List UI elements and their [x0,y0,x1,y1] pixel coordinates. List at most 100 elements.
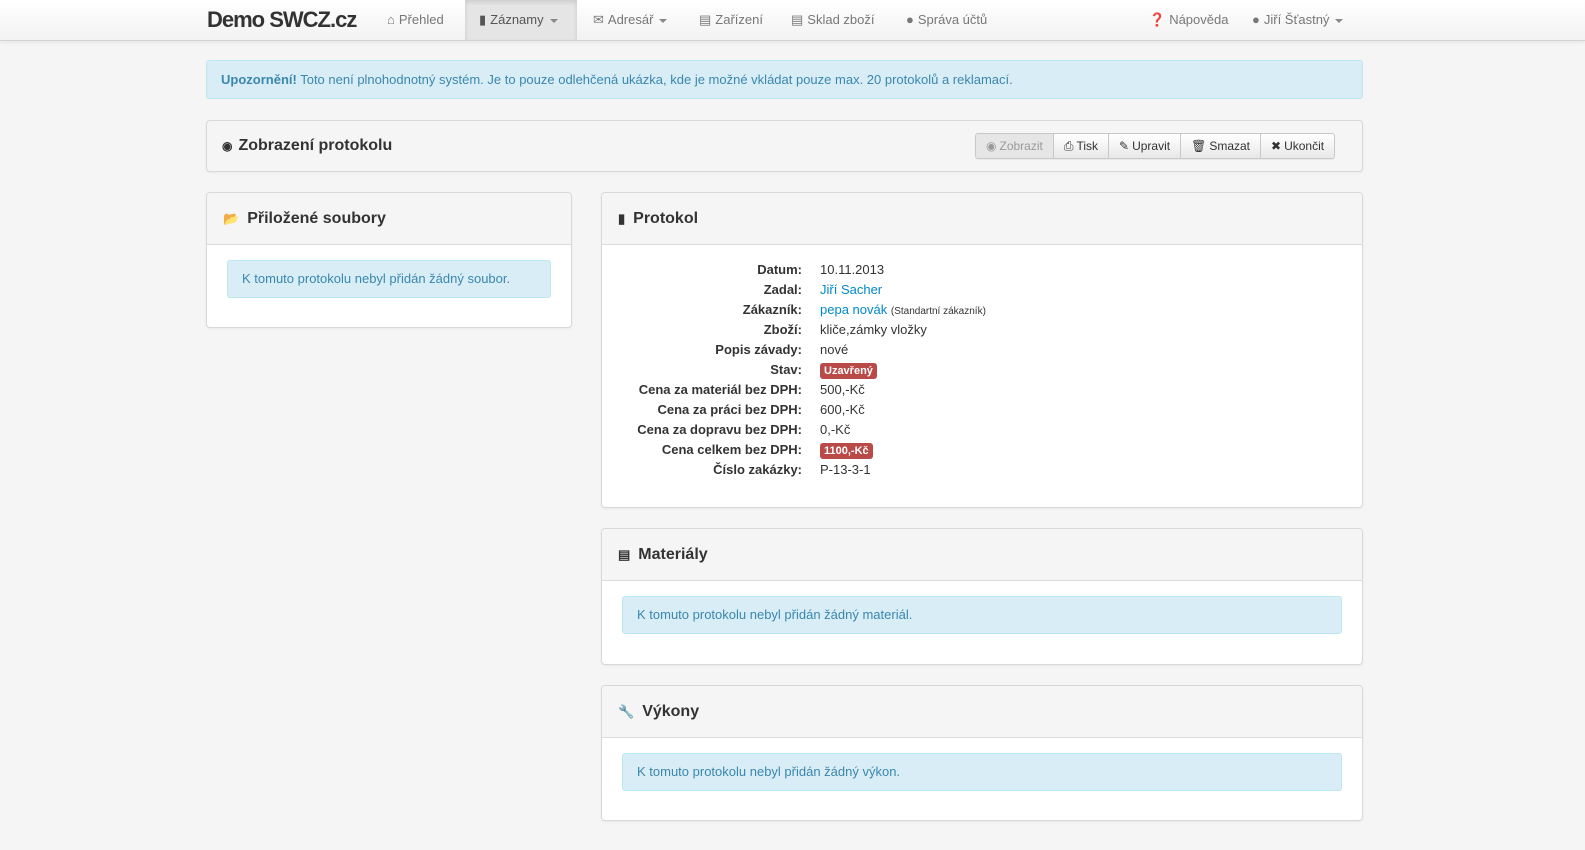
print-button[interactable]: ⎙ Tisk [1053,134,1110,158]
detail-label: Zákazník: [742,302,802,317]
nav-sklad-label: Sklad zboží [807,12,875,27]
navbar: Demo SWCZ.cz ⌂ Přehled ▮ Záznamy ✉ Adresář … [0,0,1585,41]
detail-label: Cena celkem bez DPH: [661,442,802,457]
nav-adresar-label: Adresář [607,12,654,27]
protocol-panel-heading: ▮ Protokol [602,193,1362,245]
nav-zarizeni[interactable]: ▤ Zařízení [699,0,763,40]
detail-label: Datum: [757,262,802,277]
user-icon: ● [906,12,914,27]
detail-value: 600,-Kč [820,402,865,417]
hdd-icon: ▤ [699,12,712,27]
files-empty-alert: K tomuto protokolu nebyl přidán žádný so… [227,260,551,298]
total-price-badge: 1100,-Kč [820,443,873,459]
file-icon: ▮ [479,12,487,27]
detail-row-fault: Popis závady: nové [602,340,1102,360]
works-empty-alert: K tomuto protokolu nebyl přidán žádný vý… [622,753,1342,791]
edit-button-label: Upravit [1132,139,1171,153]
detail-value: P-13-3-1 [820,462,871,477]
print-icon: ⎙ [1063,139,1074,153]
detail-label: Popis závady: [715,342,802,357]
detail-row-work: Cena za práci bez DPH: 600,-Kč [602,400,1102,420]
eye-icon: ◉ [986,139,997,153]
nav-prehled[interactable]: ⌂ Přehled [377,0,454,40]
view-button-label: Zobrazit [999,139,1043,153]
detail-row-customer: Zákazník: pepa novák (Standartní zákazník… [602,300,1102,320]
detail-row-transport: Cena za dopravu bez DPH: 0,-Kč [602,420,1102,440]
detail-label: Zboží: [763,322,802,337]
view-button[interactable]: ◉ Zobrazit [976,134,1054,158]
protocol-title: Protokol [633,209,699,227]
page-title-wrap: ◉ Zobrazení protokolu [222,121,392,171]
detail-value: 1100,-Kč [820,440,873,460]
chevron-down-icon [659,18,668,23]
works-panel: 🔧 Výkony K tomuto protokolu nebyl přidán … [601,685,1363,821]
detail-value: Uzavřený [820,360,877,380]
detail-label: Stav: [770,362,802,377]
trash-icon: 🗑 [1191,139,1207,153]
detail-row-goods: Zboží: kliče,zámky vložky [602,320,1102,340]
brand-logo[interactable]: Demo SWCZ.cz [207,7,357,33]
delete-button-label: Smazat [1209,139,1251,153]
chevron-down-icon [549,18,558,23]
notice-strong: Upozornění! [221,72,297,87]
nav-adresar[interactable]: ✉ Adresář [593,0,668,40]
nav-prehled-label: Přehled [398,12,444,27]
file-icon: ▮ [618,210,626,226]
edit-icon: ✎ [1119,139,1130,153]
nav-zarizeni-label: Zařízení [715,12,763,27]
wrench-icon: 🔧 [618,703,635,719]
entered-by-link[interactable]: Jiří Sacher [820,282,882,297]
detail-value: pepa novák (Standartní zákazník) [820,300,986,322]
nav-user-label: Jiří Šťastný [1263,12,1330,27]
materials-empty-alert: K tomuto protokolu nebyl přidán žádný ma… [622,596,1342,634]
nav-help[interactable]: ❓ Nápověda [1149,0,1228,40]
detail-row-date: Datum: 10.11.2013 [602,260,1102,280]
action-buttons: ◉ Zobrazit ⎙ Tisk ✎ Upravit 🗑 Smazat ✖ Ukonči… [975,133,1336,159]
materials-title: Materiály [638,545,708,563]
nav-sprava-uctu[interactable]: ● Správa účtů [906,0,987,40]
delete-button[interactable]: 🗑 Smazat [1181,134,1262,158]
customer-link[interactable]: pepa novák [820,302,887,317]
nav-help-label: Nápověda [1169,12,1229,27]
user-icon: ● [1252,12,1260,27]
files-panel: 📂 Přiložené soubory K tomuto protokolu ne… [206,192,572,328]
nav-user-menu[interactable]: ● Jiří Šťastný [1252,0,1344,40]
customer-type: (Standartní zákazník) [890,306,986,317]
detail-label: Číslo zakázky: [713,462,802,477]
eye-icon: ◉ [222,139,233,153]
materials-panel-heading: ▤ Materiály [602,529,1362,581]
detail-row-entered: Zadal: Jiří Sacher [602,280,1102,300]
files-title: Přiložené soubory [247,209,386,227]
nav-sklad[interactable]: ▤ Sklad zboží [791,0,875,40]
works-title: Výkony [642,702,700,720]
detail-value: 500,-Kč [820,382,865,397]
detail-row-order: Číslo zakázky: P-13-3-1 [602,460,1102,480]
folder-open-icon: 📂 [223,210,240,226]
edit-button[interactable]: ✎ Upravit [1109,134,1182,158]
detail-label: Zadal: [763,282,802,297]
inbox-icon: ▤ [618,546,631,562]
detail-label: Cena za materiál bez DPH: [638,382,802,397]
detail-value: nové [820,342,849,357]
notice-text: Toto není plnohodnotný systém. Je to pou… [300,72,1013,87]
works-panel-heading: 🔧 Výkony [602,686,1362,738]
nav-zaznamy-label: Záznamy [490,12,544,27]
detail-row-state: Stav: Uzavřený [602,360,1102,380]
detail-value: Jiří Sacher [820,280,882,300]
inbox-icon: ▤ [791,12,804,27]
close-button[interactable]: ✖ Ukončit [1261,134,1335,158]
protocol-details: Datum: 10.11.2013 Zadal: Jiří Sacher Zákaz… [602,260,1102,480]
chevron-down-icon [1335,18,1344,23]
nav-zaznamy[interactable]: ▮ Záznamy [465,0,577,40]
detail-row-total: Cena celkem bez DPH: 1100,-Kč [602,440,1102,460]
close-icon: ✖ [1271,139,1282,153]
detail-value: 10.11.2013 [820,262,885,277]
envelope-icon: ✉ [593,12,604,27]
files-panel-heading: 📂 Přiložené soubory [207,193,571,245]
materials-panel: ▤ Materiály K tomuto protokolu nebyl přid… [601,528,1363,665]
status-badge: Uzavřený [820,363,877,379]
close-button-label: Ukončit [1284,139,1325,153]
detail-label: Cena za dopravu bez DPH: [637,422,802,437]
detail-value: 0,-Kč [820,422,851,437]
page-title: Zobrazení protokolu [238,137,393,154]
